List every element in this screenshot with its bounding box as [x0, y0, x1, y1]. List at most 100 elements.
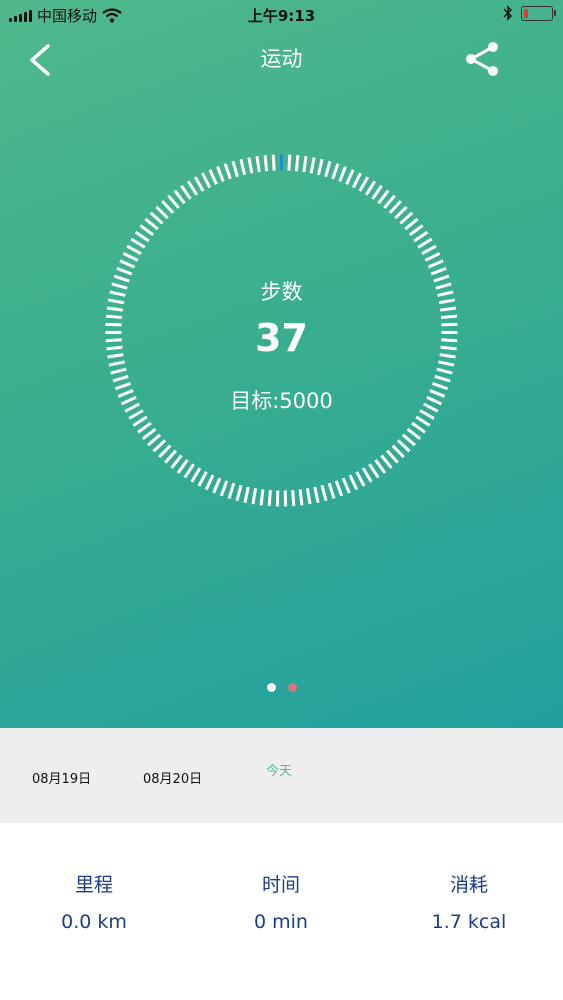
ring-tick: [368, 463, 380, 479]
date-item-0819[interactable]: 08月19日: [32, 768, 91, 787]
status-time: 上午9:13: [247, 7, 316, 25]
ring-tick: [193, 176, 205, 192]
ring-tick: [126, 244, 142, 256]
ring-tick: [386, 449, 399, 464]
ring-tick: [404, 217, 419, 231]
status-bar: 中国移动 上午9:13: [0, 0, 563, 30]
ring-tick: [358, 176, 370, 192]
ring-tick: [176, 459, 189, 474]
ring-tick: [391, 444, 405, 459]
ring-tick: [164, 449, 177, 464]
ring-tick: [406, 427, 422, 441]
page-dot-1[interactable]: [266, 683, 276, 692]
ring-tick: [263, 155, 269, 172]
ring-tick: [324, 160, 332, 178]
ring-tick: [259, 489, 265, 506]
ring-tick: [219, 480, 229, 497]
ring-tick: [305, 488, 312, 505]
ring-tick: [231, 160, 239, 178]
ring-tick: [243, 486, 250, 503]
ring-tick: [361, 467, 373, 483]
ring-tick: [345, 169, 355, 185]
stat-time-label: 时间: [261, 874, 300, 896]
stat-calories-label: 消耗: [449, 874, 488, 896]
stat-distance-value: 0.0 km: [61, 911, 127, 933]
ring-tick: [106, 306, 124, 312]
stat-time: 时间 0 min: [187, 823, 375, 1000]
ring-tick: [204, 474, 215, 491]
ring-tick: [149, 211, 164, 225]
ring-tick: [408, 224, 424, 237]
ring-tick: [152, 439, 167, 453]
ring-tick: [267, 490, 272, 507]
steps-label: 步数: [260, 280, 303, 304]
ring-tick: [180, 184, 192, 200]
ring-tick: [396, 439, 411, 453]
ring-tick: [139, 224, 155, 237]
ring-tick: [110, 367, 127, 375]
ring-tick: [294, 155, 300, 172]
ring-tick: [155, 205, 169, 220]
ring-tick: [436, 367, 453, 375]
stat-distance: 里程 0.0 km: [0, 823, 188, 1000]
ring-tick: [411, 421, 426, 434]
date-item-today[interactable]: 今天: [266, 760, 292, 779]
ring-tick: [201, 172, 212, 189]
ring-tick: [338, 166, 347, 183]
ring-tick: [399, 211, 414, 225]
ring-tick: [108, 360, 125, 367]
ring-tick: [271, 154, 276, 171]
ring-tick: [161, 200, 175, 214]
ring-tick: [388, 200, 402, 214]
ring-tick: [374, 459, 387, 474]
ring-tick: [298, 489, 304, 506]
ring-tick: [116, 266, 133, 276]
nav-bar: 运动: [0, 30, 563, 86]
ring-tick: [383, 194, 396, 209]
ring-tick: [365, 180, 377, 196]
ring-tick: [239, 158, 247, 176]
stats-panel: 里程 0.0 km 时间 0 min 消耗 1.7 kcal: [0, 823, 563, 1000]
ring-tick: [197, 471, 208, 487]
ring-tick: [309, 157, 316, 174]
ring-tick: [424, 251, 441, 262]
ring-tick: [351, 172, 362, 189]
ring-tick: [380, 454, 393, 469]
ring-tick: [147, 433, 162, 447]
ring-tick: [122, 251, 139, 262]
ring-tick: [313, 486, 320, 503]
ring-tick: [212, 477, 222, 494]
ring-tick: [394, 205, 408, 220]
ring-tick: [355, 471, 366, 487]
ring-tick: [415, 415, 431, 427]
ring-tick: [377, 189, 390, 205]
stat-distance-label: 里程: [74, 874, 113, 896]
steps-value: 37: [255, 316, 308, 360]
ring-tick: [348, 474, 359, 491]
ring-tick: [327, 482, 336, 499]
steps-goal: 目标:5000: [230, 389, 333, 413]
ring-tick: [137, 421, 152, 434]
ring-tick: [208, 169, 218, 185]
ring-tick: [438, 360, 455, 367]
ring-tick: [291, 490, 296, 507]
ring-tick: [158, 444, 172, 459]
ring-tick: [421, 244, 437, 256]
ring-tick: [227, 482, 236, 499]
page-indicator: [0, 683, 563, 692]
ring-tick: [134, 230, 150, 243]
ring-tick: [130, 237, 146, 249]
ring-tick: [247, 157, 254, 174]
stat-calories-value: 1.7 kcal: [431, 911, 507, 933]
ring-tick: [417, 237, 433, 249]
page-dot-2[interactable]: [287, 683, 297, 692]
ring-tick: [434, 374, 451, 383]
share-button[interactable]: [463, 38, 505, 80]
ring-tick: [112, 374, 129, 383]
ring-tick: [223, 163, 232, 180]
ring-tick: [251, 488, 258, 505]
ring-tick: [439, 306, 457, 312]
ring-tick: [287, 154, 292, 171]
date-item-0820[interactable]: 08月20日: [143, 768, 202, 787]
ring-tick: [255, 156, 261, 173]
